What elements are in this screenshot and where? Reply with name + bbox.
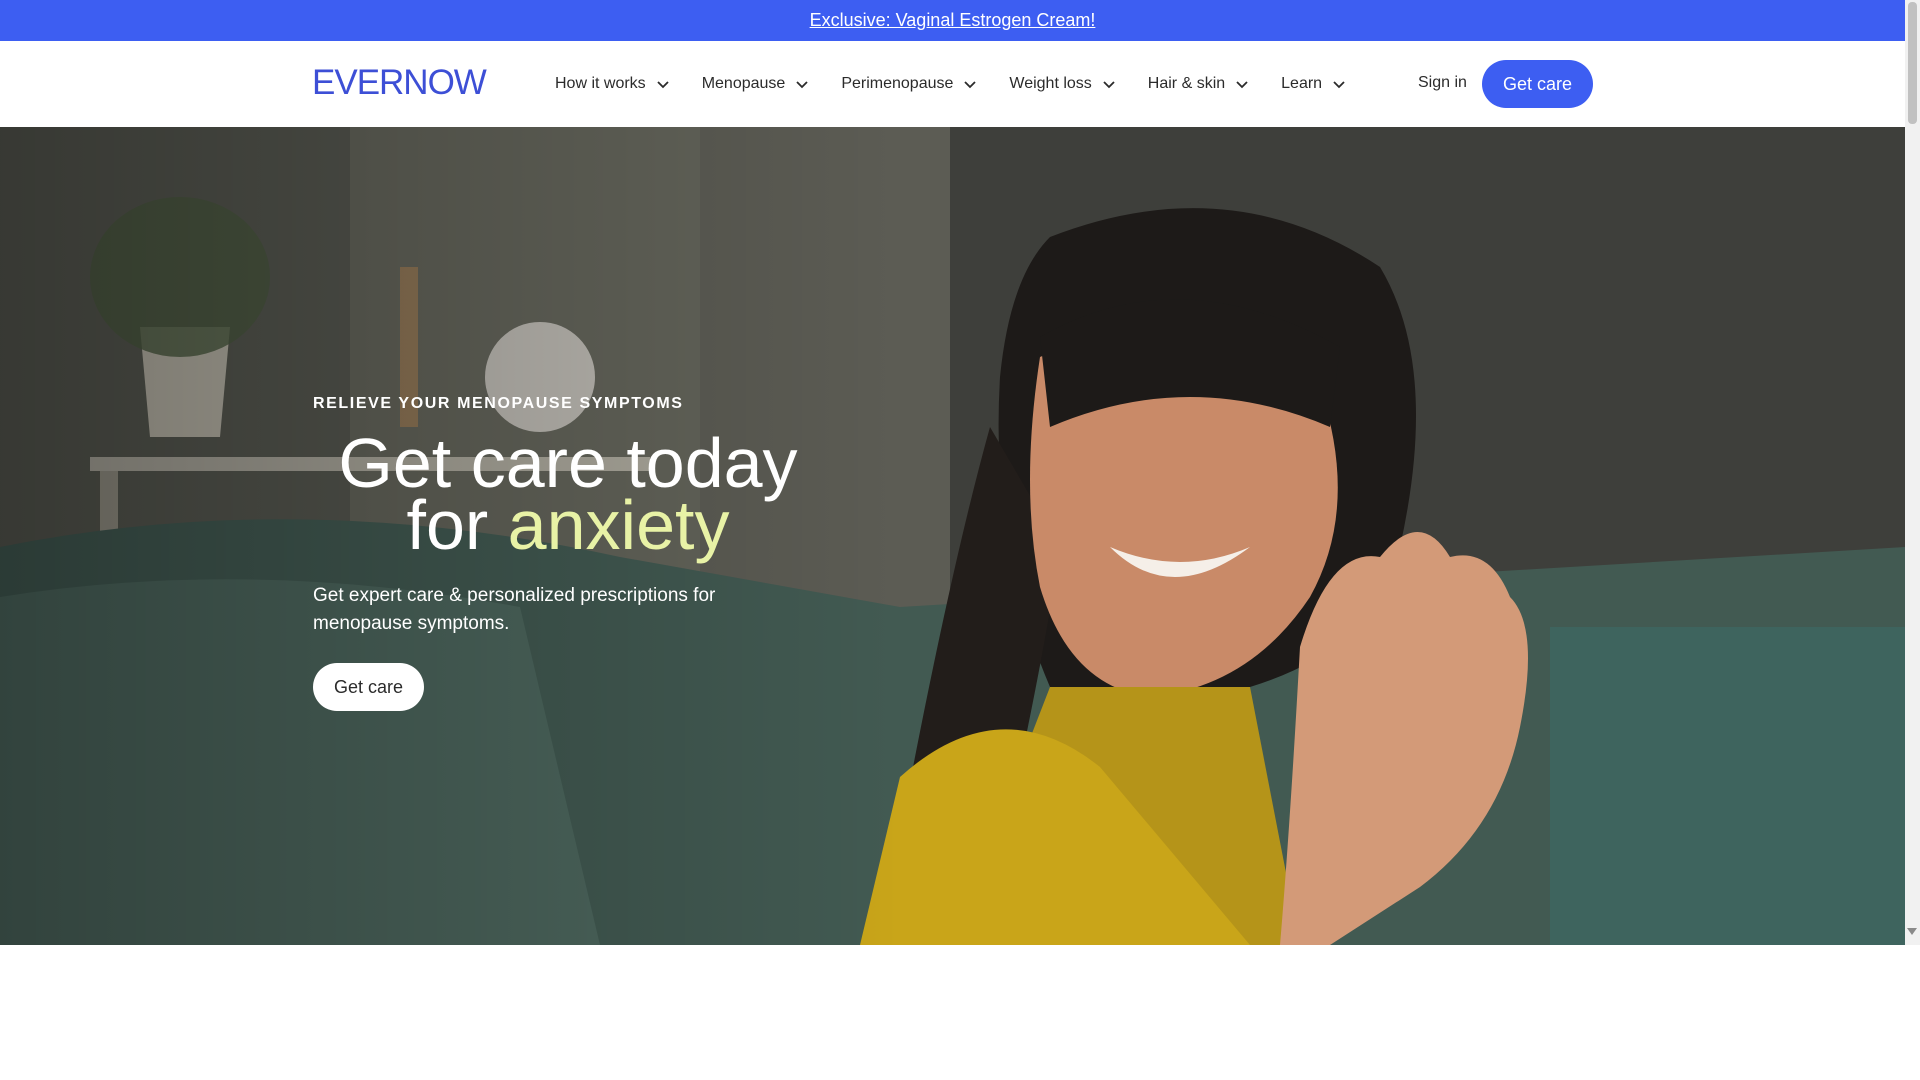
- scroll-down-arrow-icon[interactable]: [1907, 928, 1917, 935]
- chevron-down-icon: [964, 81, 977, 89]
- headline-for: for: [406, 486, 489, 564]
- nav-item-label: Menopause: [701, 75, 786, 92]
- sign-in-link[interactable]: Sign in: [1418, 74, 1467, 92]
- nav-item-label: Weight loss: [1009, 75, 1092, 92]
- chevron-down-icon: [657, 81, 669, 89]
- scrollbar[interactable]: [1905, 0, 1920, 945]
- nav-item-weight-loss[interactable]: Weight loss: [1009, 75, 1115, 93]
- hero-eyebrow: RELIEVE YOUR MENOPAUSE SYMPTOMS: [313, 395, 684, 412]
- chevron-down-icon: [796, 81, 808, 89]
- scrollbar-thumb[interactable]: [1908, 2, 1917, 124]
- nav-item-label: Perimenopause: [841, 75, 954, 92]
- nav-item-hair-skin[interactable]: Hair & skin: [1148, 75, 1249, 93]
- hero-headline: Get care today for anxiety: [313, 428, 823, 560]
- hero-section: RELIEVE YOUR MENOPAUSE SYMPTOMS Get care…: [0, 127, 1905, 945]
- top-navigation: EVERNOW How it works Menopause Perimenop…: [0, 41, 1905, 127]
- hero-subtext: Get expert care & personalized prescript…: [313, 585, 716, 634]
- nav-item-learn[interactable]: Learn: [1281, 75, 1346, 93]
- nav-item-label: How it works: [555, 75, 646, 92]
- nav-item-label: Learn: [1281, 75, 1323, 92]
- chevron-down-icon: [1103, 81, 1115, 89]
- nav-item-how-it-works[interactable]: How it works: [555, 75, 670, 93]
- browser-viewport: Exclusive: Vaginal Estrogen Cream! EVERN…: [0, 0, 1905, 945]
- chevron-down-icon: [1333, 81, 1345, 89]
- evernow-logo[interactable]: EVERNOW: [312, 65, 487, 100]
- headline-accent: anxiety: [507, 486, 730, 564]
- nav-item-perimenopause[interactable]: Perimenopause: [841, 75, 977, 93]
- nav-item-menopause[interactable]: Menopause: [702, 75, 810, 93]
- promo-link[interactable]: Exclusive: Vaginal Estrogen Cream!: [810, 10, 1096, 31]
- get-care-nav-button[interactable]: Get care: [1482, 60, 1593, 108]
- chevron-down-icon: [1236, 81, 1248, 89]
- nav-item-label: Hair & skin: [1147, 75, 1226, 92]
- promo-banner: Exclusive: Vaginal Estrogen Cream!: [0, 0, 1905, 41]
- get-care-hero-button[interactable]: Get care: [313, 663, 424, 711]
- main-menu: How it works Menopause Perimenopause Wei…: [555, 41, 1378, 127]
